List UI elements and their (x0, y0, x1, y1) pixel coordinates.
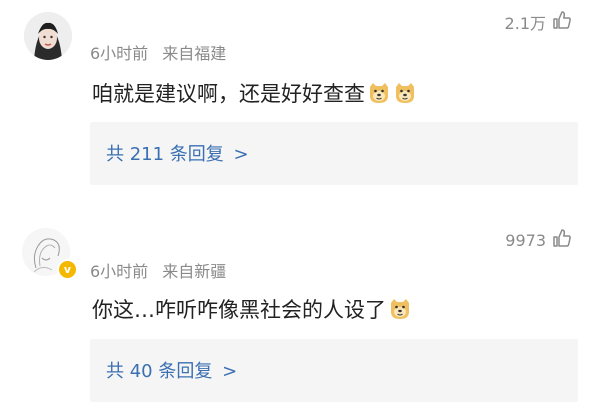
doge-emoji-icon (393, 81, 417, 105)
doge-emoji-icon (388, 297, 412, 321)
comment-text: 你这…咋听咋像黑社会的人设了 (92, 298, 386, 322)
thumbs-up-icon (552, 228, 572, 252)
view-replies-link[interactable]: 共 211 条回复 > (106, 140, 249, 166)
comment-time: 6小时前 (90, 262, 149, 281)
thumbs-up-icon (552, 10, 572, 34)
avatar[interactable] (24, 12, 72, 60)
comment-time: 6小时前 (90, 44, 149, 63)
like-count: 2.1万 (504, 14, 546, 33)
chevron-right-icon: > (233, 144, 249, 165)
comment-text-row: 咱就是建议啊，还是好好查查 (92, 78, 417, 108)
comment-location: 来自新疆 (162, 262, 227, 281)
comment-text-row: 你这…咋听咋像黑社会的人设了 (92, 294, 412, 324)
like-button[interactable]: 2.1万 (505, 10, 572, 34)
chevron-right-icon: > (222, 361, 238, 382)
view-replies-link[interactable]: 共 40 条回复 > (106, 357, 237, 383)
comment-meta: 6小时前 来自福建 (90, 40, 226, 64)
comment-text: 咱就是建议啊，还是好好查查 (92, 82, 365, 106)
reply-count-label: 共 40 条回复 (106, 361, 213, 382)
comment-meta: 6小时前 来自新疆 (90, 258, 226, 282)
comment-location: 来自福建 (162, 44, 227, 63)
doge-emoji-icon (367, 81, 391, 105)
reply-summary-box[interactable]: 共 211 条回复 > (90, 122, 578, 185)
verified-badge: v (57, 259, 78, 280)
like-button[interactable]: 9973 (505, 228, 572, 252)
reply-summary-box[interactable]: 共 40 条回复 > (90, 339, 578, 402)
reply-count-label: 共 211 条回复 (106, 144, 224, 165)
like-count: 9973 (505, 230, 546, 250)
